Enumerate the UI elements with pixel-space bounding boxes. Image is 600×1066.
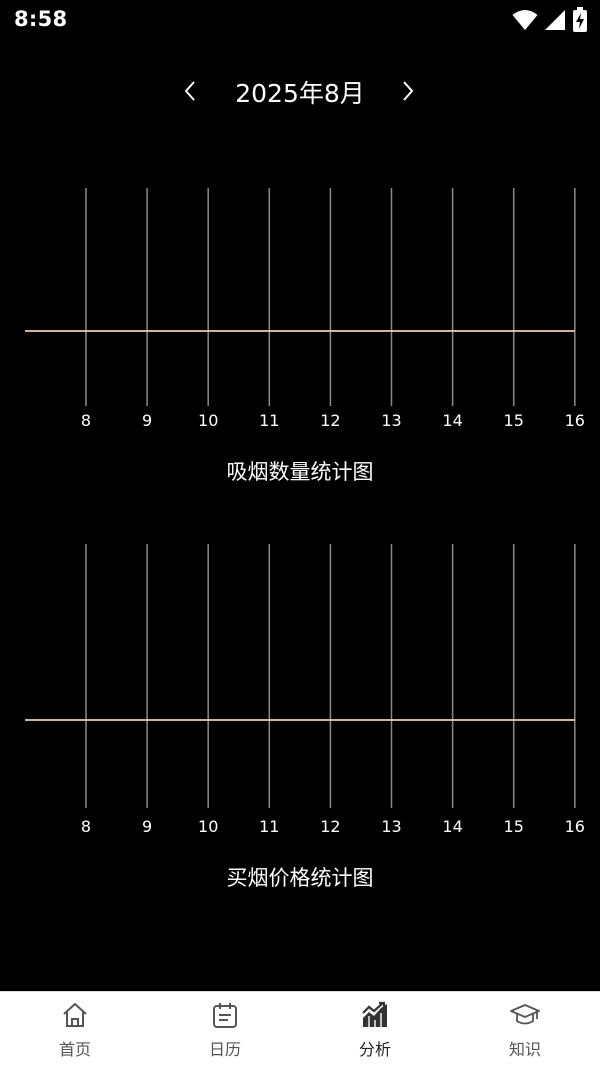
smoking-count-chart: 8 9 10 11 12 13 14 15 16 (0, 180, 600, 440)
x-tick-label: 8 (81, 411, 91, 430)
status-bar: 8:58 (0, 0, 600, 40)
smoking-count-chart-title: 吸烟数量统计图 (226, 460, 374, 484)
battery-charging-icon (573, 7, 587, 32)
x-tick-label: 16 (565, 817, 585, 836)
next-month-button[interactable] (386, 66, 430, 116)
x-tick-label: 13 (381, 411, 401, 430)
tab-home[interactable]: 首页 (0, 992, 150, 1066)
cellular-signal-icon (545, 10, 565, 30)
x-tick-label: 12 (320, 817, 340, 836)
chart-icon (362, 1001, 387, 1027)
home-icon (63, 1003, 87, 1027)
month-title: 2025年8月 (235, 79, 365, 108)
tab-analysis[interactable]: 分析 (300, 992, 450, 1066)
tab-calendar-label: 日历 (208, 1040, 241, 1059)
purchase-price-chart: 8 9 10 11 12 13 14 15 16 (0, 536, 600, 846)
chevron-left-icon (184, 81, 195, 101)
analysis-screen: 8:58 2025年8月 8 9 10 11 12 13 14 15 16 吸烟数… (0, 0, 600, 1066)
calendar-icon (213, 1003, 237, 1028)
tab-knowledge-label: 知识 (508, 1040, 541, 1059)
tab-knowledge[interactable]: 知识 (450, 992, 600, 1066)
x-tick-label: 13 (381, 817, 401, 836)
x-tick-label: 9 (142, 817, 152, 836)
chevron-right-icon (403, 81, 414, 101)
graduation-cap-icon (510, 1004, 540, 1025)
wifi-icon (512, 10, 538, 30)
x-tick-label: 11 (259, 817, 279, 836)
x-tick-label: 12 (320, 411, 340, 430)
x-tick-label: 15 (504, 411, 524, 430)
x-tick-label: 14 (442, 411, 462, 430)
x-tick-label: 8 (81, 817, 91, 836)
smoking-count-chart-plot: 8 9 10 11 12 13 14 15 16 (25, 188, 585, 430)
x-tick-label: 9 (142, 411, 152, 430)
x-tick-label: 10 (198, 817, 218, 836)
tab-calendar[interactable]: 日历 (150, 992, 300, 1066)
bottom-tab-bar: 首页 日历 分析 知识 (0, 991, 600, 1066)
x-tick-label: 11 (259, 411, 279, 430)
purchase-price-chart-plot: 8 9 10 11 12 13 14 15 16 (25, 544, 585, 836)
x-tick-label: 15 (504, 817, 524, 836)
x-tick-label: 16 (565, 411, 585, 430)
status-time: 8:58 (14, 7, 68, 31)
status-icons (512, 7, 588, 33)
purchase-price-chart-title: 买烟价格统计图 (226, 866, 374, 890)
tab-analysis-label: 分析 (358, 1040, 391, 1059)
x-tick-label: 14 (442, 817, 462, 836)
x-tick-label: 10 (198, 411, 218, 430)
tab-home-label: 首页 (58, 1040, 91, 1059)
month-navigator: 2025年8月 (0, 66, 600, 116)
